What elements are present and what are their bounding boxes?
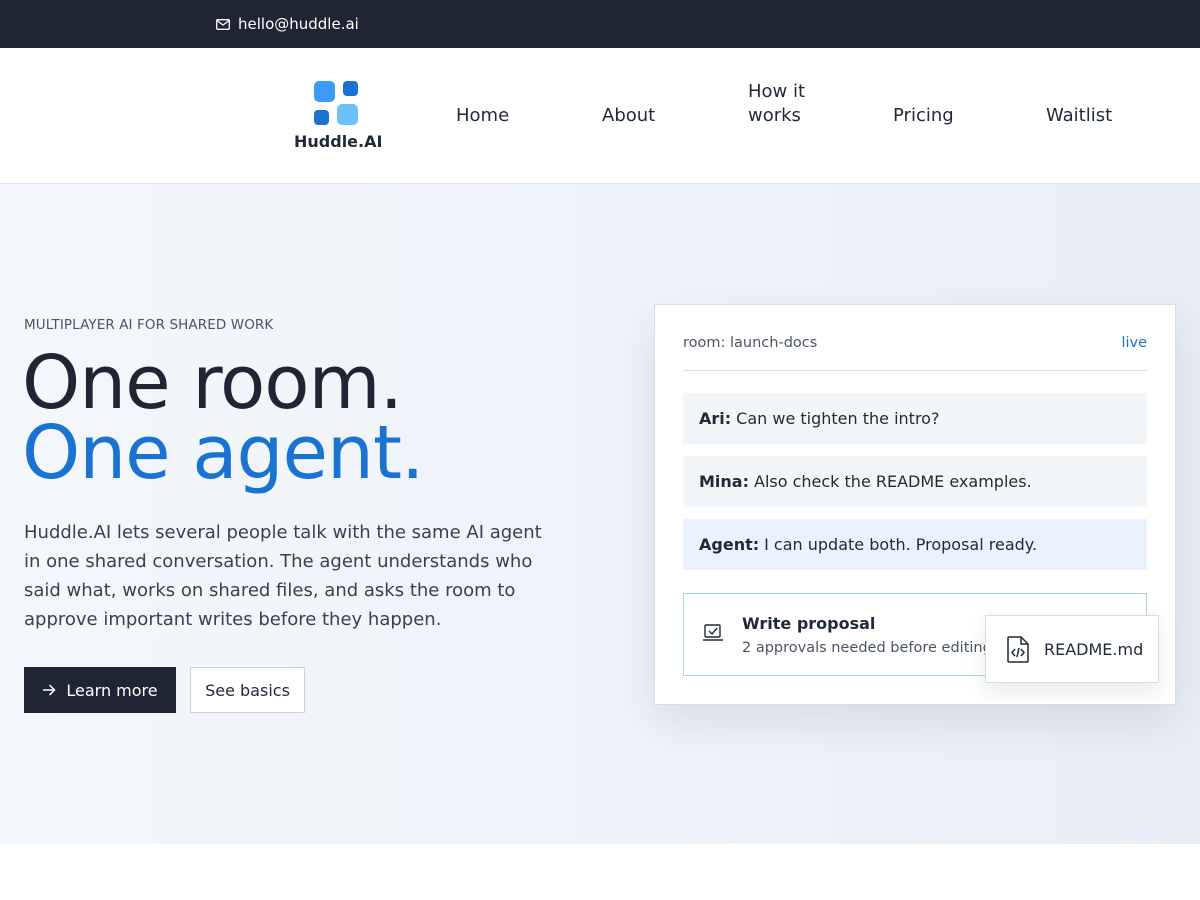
approval-check-icon	[702, 624, 724, 646]
message-author: Ari:	[699, 409, 732, 428]
brand-logo-link[interactable]: Huddle.AI	[294, 80, 383, 151]
live-status: live	[1121, 335, 1147, 351]
mail-icon	[216, 18, 230, 30]
see-basics-button[interactable]: See basics	[190, 667, 305, 713]
headline-line-1: One room.	[22, 340, 403, 426]
hero-section: MULTIPLAYER AI FOR SHARED WORK One room.…	[0, 184, 1200, 844]
chat-message: Mina: Also check the README examples.	[683, 456, 1147, 507]
readme-file-chip[interactable]: README.md	[985, 615, 1159, 683]
arrow-right-icon	[42, 681, 56, 700]
file-name: README.md	[1044, 639, 1144, 659]
message-text: Also check the README examples.	[754, 472, 1032, 491]
hero-eyebrow: MULTIPLAYER AI FOR SHARED WORK	[24, 317, 274, 333]
code-file-icon	[1006, 635, 1030, 663]
learn-more-button[interactable]: Learn more	[24, 667, 176, 713]
nav-home[interactable]: Home	[456, 104, 509, 128]
message-text: I can update both. Proposal ready.	[764, 535, 1038, 554]
agent-message: Agent: I can update both. Proposal ready…	[683, 519, 1147, 570]
top-bar: hello@huddle.ai	[0, 0, 1200, 48]
message-text: Can we tighten the intro?	[736, 409, 940, 428]
proposal-subtitle: 2 approvals needed before editing	[742, 640, 992, 656]
message-author: Agent:	[699, 535, 760, 554]
logo-mark-icon	[294, 80, 378, 126]
learn-more-label: Learn more	[66, 680, 158, 700]
contact-email-link[interactable]: hello@huddle.ai	[216, 15, 359, 33]
nav-pricing[interactable]: Pricing	[893, 104, 954, 128]
brand-name: Huddle.AI	[294, 132, 383, 151]
nav-how-it-works[interactable]: How it works	[748, 80, 806, 128]
hero-lead: Huddle.AI lets several people talk with …	[24, 522, 542, 630]
nav-waitlist[interactable]: Waitlist	[1046, 104, 1112, 128]
message-author: Mina:	[699, 472, 749, 491]
chat-message: Ari: Can we tighten the intro?	[683, 393, 1147, 444]
contact-email-text: hello@huddle.ai	[238, 15, 359, 33]
proposal-title: Write proposal	[742, 614, 876, 633]
nav-about[interactable]: About	[602, 104, 655, 128]
site-header: Huddle.AI Home About How it works Pricin…	[0, 48, 1200, 184]
hero-headline: One room. One agent.	[22, 340, 424, 496]
card-divider	[683, 370, 1147, 371]
room-label: room: launch-docs	[683, 335, 818, 351]
headline-line-2: One agent.	[22, 410, 424, 496]
